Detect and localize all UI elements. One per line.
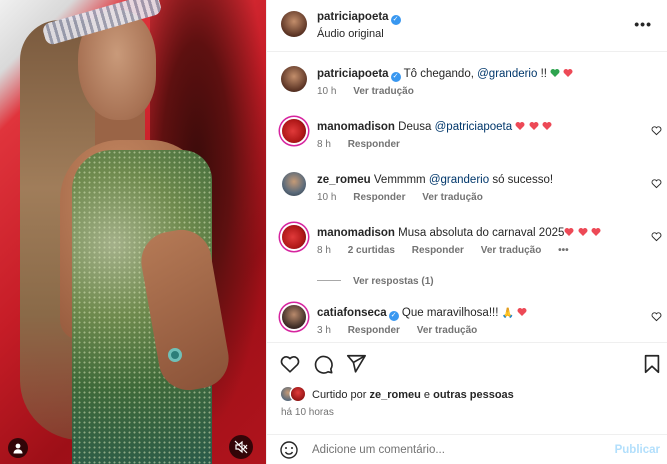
- red-heart-icon: [591, 228, 601, 236]
- mute-icon[interactable]: [229, 435, 253, 459]
- emoji-icon[interactable]: [279, 440, 299, 460]
- heart-icon[interactable]: [651, 125, 662, 136]
- author-name[interactable]: patriciapoeta: [317, 11, 389, 23]
- post-media[interactable]: [0, 0, 266, 464]
- view-replies-button[interactable]: Ver respostas (1): [317, 276, 434, 287]
- red-heart-icon: [564, 228, 574, 236]
- translate-button[interactable]: Ver tradução: [422, 192, 483, 203]
- comment-avatar[interactable]: [282, 119, 306, 143]
- comment-text: manomadison Deusa @patriciapoeta: [317, 120, 637, 134]
- liked-by-prefix: Curtido por: [312, 389, 367, 401]
- more-icon[interactable]: •••: [634, 16, 652, 32]
- comment-meta: 3 h Responder Ver tradução: [317, 325, 491, 336]
- reply-button[interactable]: Responder: [412, 245, 464, 256]
- reply-button[interactable]: Responder: [353, 192, 405, 203]
- caption-suffix: !!: [540, 68, 547, 80]
- comment-mention[interactable]: @patriciapoeta: [435, 121, 513, 133]
- verified-icon: ✓: [388, 311, 399, 321]
- post-header: patriciapoeta ✓ Áudio original •••: [267, 0, 667, 52]
- publish-button[interactable]: Publicar: [615, 444, 660, 456]
- verified-icon: ✓: [390, 15, 401, 25]
- comment-time: 8 h: [317, 245, 331, 256]
- comment-avatar[interactable]: [282, 225, 306, 249]
- caption-text: patriciapoeta ✓ Tô chegando, @granderio !…: [317, 67, 637, 82]
- comment-time: 8 h: [317, 139, 331, 150]
- add-comment-bar: Adicione um comentário... Publicar: [267, 434, 667, 464]
- comment-body-after: só sucesso!: [492, 174, 554, 186]
- comment-icon[interactable]: [312, 353, 334, 375]
- green-heart-icon: [550, 69, 560, 77]
- post-time[interactable]: há 10 horas: [281, 407, 334, 418]
- comment-body: Que maravilhosa!!!: [401, 307, 499, 319]
- heart-icon[interactable]: [651, 231, 662, 242]
- replies-divider: [317, 280, 341, 281]
- translate-button[interactable]: Ver tradução: [481, 245, 542, 256]
- caption-translate[interactable]: Ver tradução: [353, 86, 414, 97]
- caption: patriciapoeta ✓ Tô chegando, @granderio !…: [267, 66, 667, 106]
- likes-count[interactable]: 2 curtidas: [348, 245, 395, 256]
- post-panel: patriciapoeta ✓ Áudio original ••• patric…: [266, 0, 667, 464]
- comment-username[interactable]: catiafonseca: [317, 307, 387, 319]
- comment-username[interactable]: manomadison: [317, 121, 395, 133]
- author-avatar[interactable]: [281, 11, 307, 37]
- comment-text: catiafonseca ✓ Que maravilhosa!!! 🙏: [317, 306, 637, 321]
- red-heart-icon: [563, 69, 573, 77]
- post-actions: Curtido por ze_romeu e outras pessoas há…: [267, 342, 667, 442]
- comment-mention[interactable]: @granderio: [429, 174, 489, 186]
- comment-options-icon[interactable]: •••: [558, 245, 569, 256]
- user-tag-icon[interactable]: [8, 438, 28, 458]
- red-heart-icon: [578, 228, 588, 236]
- liked-by-avatar[interactable]: [291, 387, 305, 401]
- reply-button[interactable]: Responder: [348, 139, 400, 150]
- comment-body: Deusa: [398, 121, 432, 133]
- heart-icon[interactable]: [651, 178, 662, 189]
- red-heart-icon: [542, 122, 552, 130]
- audio-label[interactable]: Áudio original: [317, 28, 384, 40]
- share-icon[interactable]: [345, 353, 367, 375]
- comment-text: ze_romeu Vemmmm @granderio só sucesso!: [317, 173, 637, 187]
- author-username[interactable]: patriciapoeta ✓: [317, 11, 401, 25]
- view-replies-label[interactable]: Ver respostas (1): [353, 276, 434, 287]
- comment-username[interactable]: ze_romeu: [317, 174, 371, 186]
- liked-by-text: Curtido por ze_romeu e outras pessoas: [312, 389, 514, 401]
- red-heart-icon: [517, 308, 527, 316]
- caption-time: 10 h: [317, 86, 337, 97]
- comment-input[interactable]: Adicione um comentário...: [312, 444, 445, 456]
- comment-item: manomadison Musa absoluta do carnaval 20…: [267, 224, 667, 264]
- comment-meta: 8 h Responder: [317, 139, 414, 150]
- caption-username[interactable]: patriciapoeta: [317, 68, 389, 80]
- heart-icon[interactable]: [651, 311, 662, 322]
- comment-meta: 8 h 2 curtidas Responder Ver tradução ••…: [317, 245, 583, 256]
- verified-icon: ✓: [390, 72, 401, 82]
- red-heart-icon: [529, 122, 539, 130]
- liked-by-user[interactable]: ze_romeu: [369, 389, 420, 401]
- comment-time: 3 h: [317, 325, 331, 336]
- save-icon[interactable]: [641, 353, 663, 375]
- comment-item: catiafonseca ✓ Que maravilhosa!!! 🙏 3 h R…: [267, 304, 667, 344]
- comment-username[interactable]: manomadison: [317, 227, 395, 239]
- reply-button[interactable]: Responder: [348, 325, 400, 336]
- comment-avatar[interactable]: [282, 305, 306, 329]
- caption-meta: 10 h Ver tradução: [317, 86, 428, 97]
- caption-body: Tô chegando,: [403, 68, 474, 80]
- praying-hands-icon: 🙏: [501, 308, 515, 319]
- comment-meta: 10 h Responder Ver tradução: [317, 192, 497, 203]
- comment-avatar[interactable]: [282, 172, 306, 196]
- comment-body: Vemmmm: [373, 174, 426, 186]
- red-heart-icon: [515, 122, 525, 130]
- comment-item: ze_romeu Vemmmm @granderio só sucesso! 1…: [267, 171, 667, 211]
- caption-mention[interactable]: @granderio: [477, 68, 537, 80]
- media-shape-ring: [168, 348, 182, 362]
- heart-icon[interactable]: [279, 353, 301, 375]
- comment-time: 10 h: [317, 192, 337, 203]
- comment-body: Musa absoluta do carnaval 2025: [398, 227, 565, 239]
- comment-item: manomadison Deusa @patriciapoeta 8 h Res…: [267, 118, 667, 158]
- caption-avatar[interactable]: [281, 66, 307, 92]
- liked-by-conj: e: [423, 389, 431, 401]
- translate-button[interactable]: Ver tradução: [417, 325, 478, 336]
- comment-text: manomadison Musa absoluta do carnaval 20…: [317, 226, 637, 240]
- liked-by-others[interactable]: outras pessoas: [433, 389, 514, 401]
